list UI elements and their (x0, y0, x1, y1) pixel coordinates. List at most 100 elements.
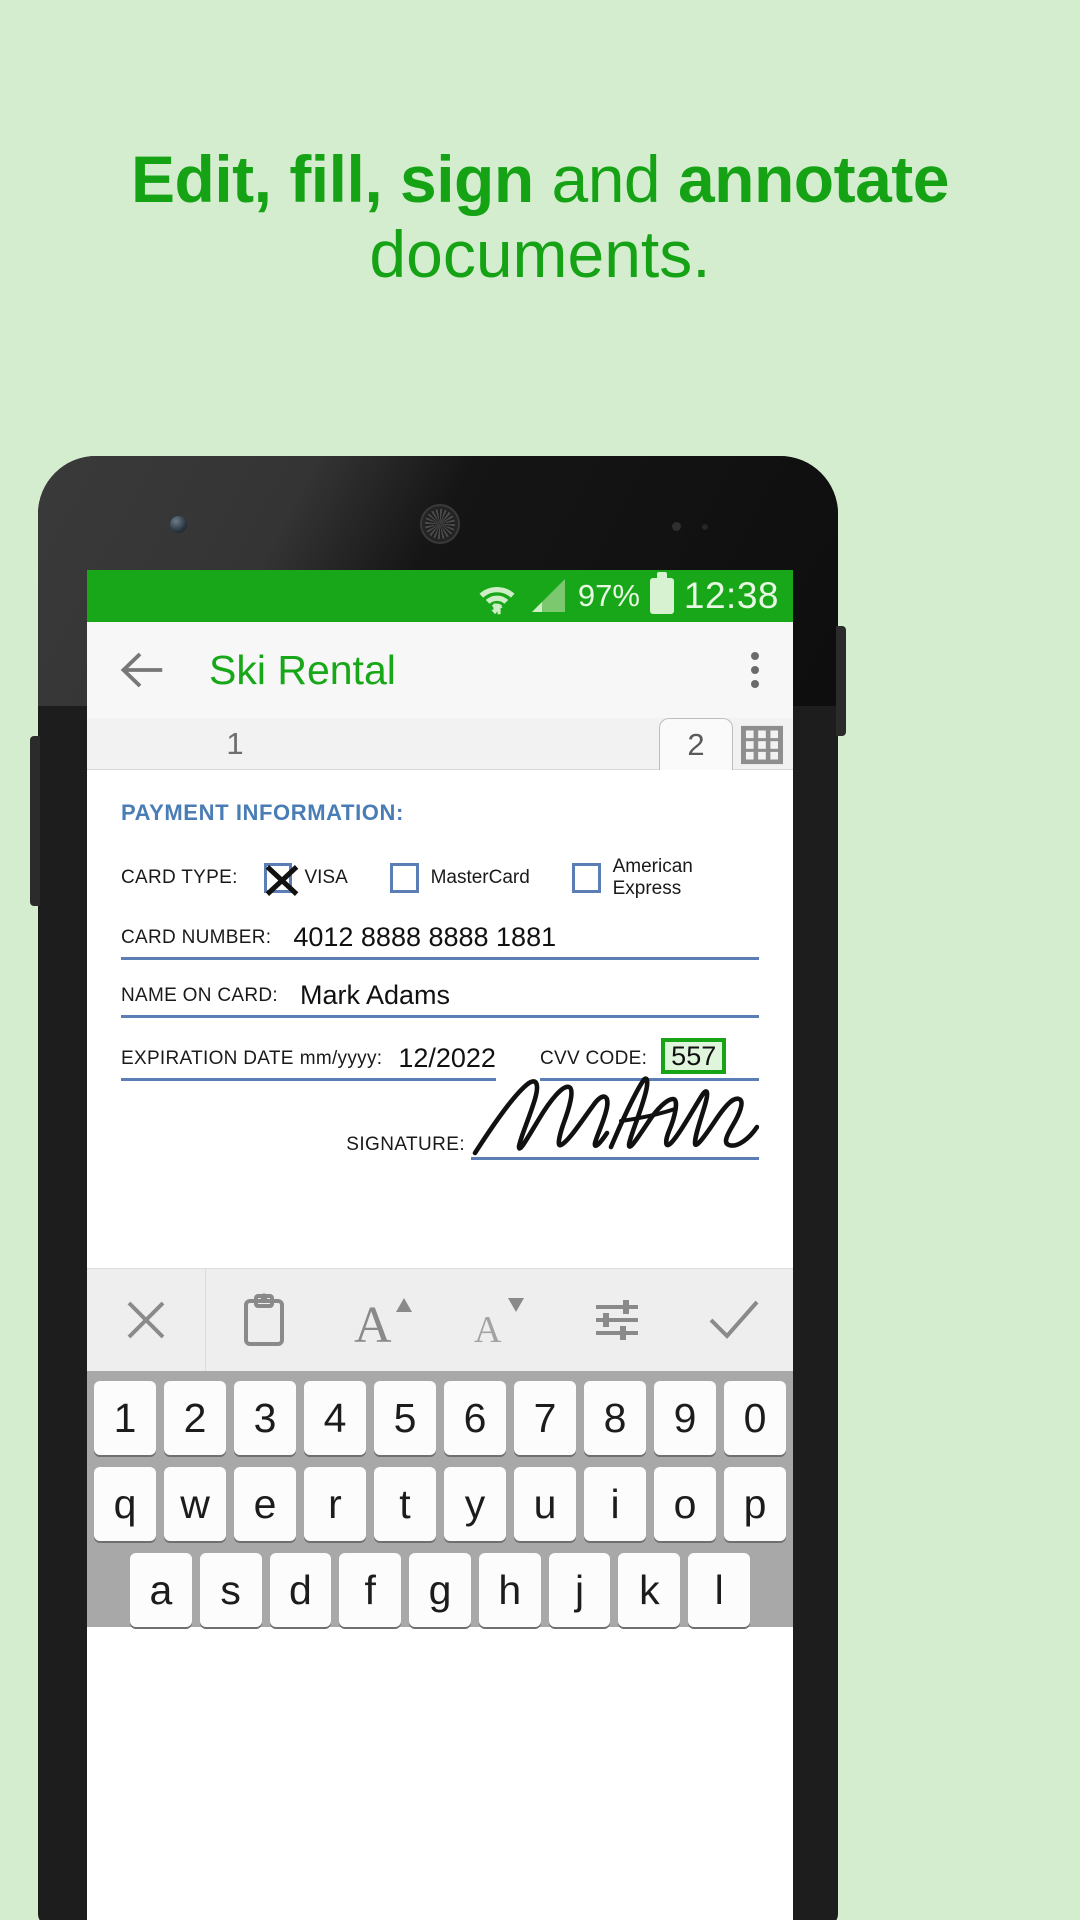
key-9[interactable]: 9 (654, 1381, 716, 1455)
headline-line-1: Edit, fill, sign and annotate (0, 142, 1080, 217)
key-7[interactable]: 7 (514, 1381, 576, 1455)
close-button[interactable] (87, 1269, 205, 1371)
wifi-icon (479, 587, 515, 615)
pdf-page-content: PAYMENT INFORMATION: CARD TYPE: VISA Mas… (87, 770, 793, 1268)
page-tab-1[interactable]: 1 (205, 718, 265, 770)
keyboard-row-home: a s d f g h j k l (94, 1553, 786, 1627)
card-number-value: 4012 8888 8888 1881 (293, 922, 557, 952)
name-on-card-value: Mark Adams (299, 980, 451, 1010)
section-heading-payment-information: PAYMENT INFORMATION: (121, 800, 404, 825)
key-o[interactable]: o (654, 1467, 716, 1541)
front-camera-icon (170, 516, 187, 533)
key-a[interactable]: a (129, 1553, 192, 1627)
key-w[interactable]: w (164, 1467, 226, 1541)
keyboard-row-numbers: 1 2 3 4 5 6 7 8 9 0 (94, 1381, 786, 1455)
key-h[interactable]: h (478, 1553, 541, 1627)
checkbox-visa-label: VISA (304, 867, 348, 888)
increase-font-size-button[interactable]: A (323, 1269, 441, 1371)
expiration-date-format-hint: mm/yyyy: (299, 1048, 383, 1070)
key-e[interactable]: e (234, 1467, 296, 1541)
checkbox-american-express[interactable] (571, 863, 601, 893)
key-f[interactable]: f (339, 1553, 402, 1627)
key-s[interactable]: s (199, 1553, 262, 1627)
phone-screen: 97% 12:38 Ski Rental 1 2 PAYMENT INFORMA… (87, 570, 793, 1920)
proximity-sensor-icon (672, 522, 681, 531)
key-d[interactable]: d (269, 1553, 332, 1627)
checkbox-mastercard-label: MasterCard (430, 867, 530, 888)
key-l[interactable]: l (688, 1553, 751, 1627)
headline-line-2: documents. (369, 217, 711, 292)
field-card-number[interactable]: CARD NUMBER: 4012 8888 8888 1881 (121, 922, 759, 960)
signature-label: SIGNATURE: (346, 1134, 465, 1155)
phone-mockup: 97% 12:38 Ski Rental 1 2 PAYMENT INFORMA… (30, 456, 846, 1920)
keyboard-row-top: q w e r t y u i o p (94, 1467, 786, 1541)
key-i[interactable]: i (584, 1467, 646, 1541)
card-type-label: CARD TYPE: (121, 867, 238, 888)
card-number-label: CARD NUMBER: (121, 927, 272, 948)
phone-power-button (836, 626, 846, 736)
field-expiration-date[interactable]: EXPIRATION DATE mm/yyyy: 12/2022 (121, 1038, 496, 1082)
key-6[interactable]: 6 (444, 1381, 506, 1455)
key-8[interactable]: 8 (584, 1381, 646, 1455)
page-tab-strip: 1 2 (87, 718, 793, 770)
svg-text:A: A (354, 1297, 392, 1348)
key-u[interactable]: u (514, 1467, 576, 1541)
app-toolbar: Ski Rental (87, 622, 793, 718)
checkbox-mastercard[interactable] (389, 863, 419, 893)
page-title: Ski Rental (209, 646, 396, 693)
checkmark-icon (709, 1300, 759, 1339)
key-k[interactable]: k (618, 1553, 681, 1627)
key-t[interactable]: t (374, 1467, 436, 1541)
key-j[interactable]: j (548, 1553, 611, 1627)
key-y[interactable]: y (444, 1467, 506, 1541)
key-5[interactable]: 5 (374, 1381, 436, 1455)
expiration-date-value: 12/2022 (398, 1043, 496, 1074)
decrease-font-size-button[interactable]: A (441, 1269, 559, 1371)
key-3[interactable]: 3 (234, 1381, 296, 1455)
battery-percent-label: 97% (577, 578, 640, 613)
page-tab-2[interactable]: 2 (659, 718, 733, 770)
back-arrow-icon[interactable] (115, 643, 169, 697)
phone-volume-button (30, 736, 40, 906)
checkbox-visa[interactable] (263, 863, 293, 893)
earpiece-speaker-icon (420, 504, 460, 544)
key-p[interactable]: p (724, 1467, 786, 1541)
card-type-row: CARD TYPE: VISA MasterCard American Expr… (121, 856, 759, 900)
headline-bold-part-2: annotate (677, 142, 950, 216)
key-r[interactable]: r (304, 1467, 366, 1541)
annotation-edit-toolbar: A A (87, 1268, 793, 1371)
promo-screenshot: Edit, fill, sign and annotate documents. (0, 0, 1080, 1920)
signature-ink (472, 1076, 759, 1156)
key-g[interactable]: g (409, 1553, 471, 1627)
headline-bold-part-1: Edit, fill, sign (131, 142, 534, 216)
field-name-on-card[interactable]: NAME ON CARD: Mark Adams (121, 980, 759, 1018)
overflow-menu-icon[interactable] (751, 652, 759, 688)
cvv-code-value[interactable]: 557 (661, 1038, 727, 1075)
svg-text:A: A (474, 1309, 502, 1348)
key-1[interactable]: 1 (94, 1381, 156, 1455)
clipboard-icon (244, 1293, 285, 1346)
field-signature[interactable]: SIGNATURE: (346, 1076, 759, 1160)
key-q[interactable]: q (94, 1467, 156, 1541)
close-icon (127, 1301, 165, 1339)
status-bar-clock: 12:38 (683, 575, 779, 616)
decrease-font-size-icon: A (474, 1298, 525, 1348)
on-screen-keyboard: 1 2 3 4 5 6 7 8 9 0 q w e r t y u i o p … (87, 1371, 793, 1627)
grid-view-icon[interactable] (739, 724, 785, 766)
checkbox-american-express-label: American Express (612, 856, 693, 899)
headline-regular-part: and (533, 142, 678, 216)
status-bar: 97% 12:38 (87, 570, 793, 622)
name-on-card-label: NAME ON CARD: (121, 985, 278, 1006)
done-button[interactable] (676, 1269, 794, 1371)
properties-button[interactable] (558, 1269, 676, 1371)
light-sensor-icon (702, 524, 708, 530)
key-4[interactable]: 4 (304, 1381, 366, 1455)
paste-button[interactable] (206, 1269, 324, 1371)
battery-full-icon (649, 572, 674, 614)
expiration-date-label: EXPIRATION DATE (121, 1048, 294, 1070)
increase-font-size-icon: A (354, 1297, 412, 1348)
key-2[interactable]: 2 (164, 1381, 226, 1455)
adjust-settings-icon (595, 1300, 638, 1340)
cell-signal-icon (531, 579, 565, 612)
key-0[interactable]: 0 (724, 1381, 786, 1455)
